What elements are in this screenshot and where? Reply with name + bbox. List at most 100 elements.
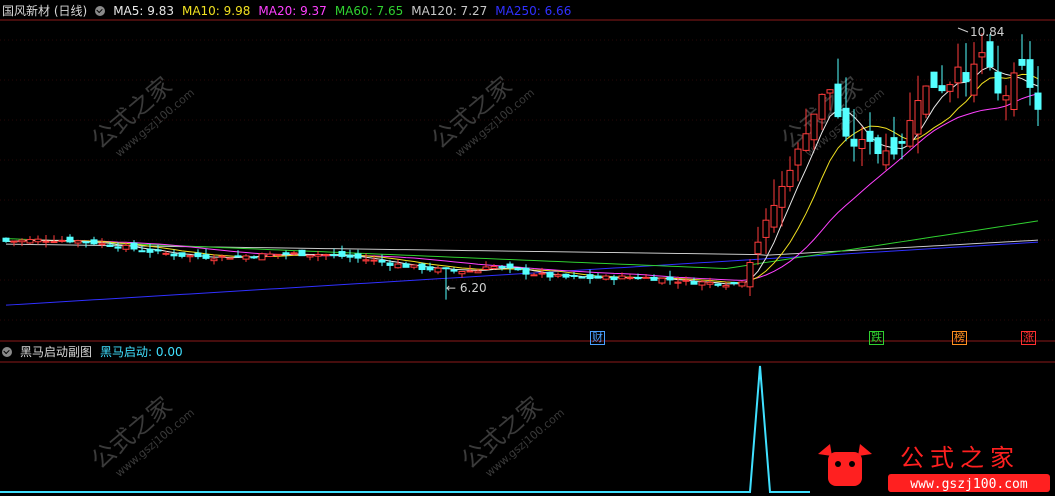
candle: [714, 283, 722, 286]
settings-toggle-icon[interactable]: [95, 6, 106, 16]
low-annotation: ← 6.20: [446, 281, 487, 295]
candle: [338, 251, 346, 257]
candle: [986, 41, 994, 68]
candle: [794, 148, 802, 166]
candle: [882, 150, 890, 166]
candle: [938, 85, 946, 92]
candle: [730, 282, 738, 285]
candle: [218, 255, 226, 258]
candle: [522, 267, 530, 275]
badge-rise[interactable]: 涨: [1021, 331, 1036, 345]
candle: [666, 276, 674, 281]
candle: [378, 259, 386, 263]
candle: [42, 240, 50, 243]
candle: [826, 89, 834, 94]
candle: [1026, 59, 1034, 88]
candle: [778, 185, 786, 208]
candle: [746, 261, 754, 288]
candle: [34, 238, 42, 243]
ma120-label: MA120: 7.27: [411, 4, 488, 18]
candle: [498, 266, 506, 269]
candle: [738, 281, 746, 287]
high-pointer: [957, 27, 969, 33]
candle: [802, 133, 810, 151]
stock-chart-window: 公式之家 www.gszj100.com 公式之家 www.gszj100.com 公式…: [0, 0, 1055, 496]
candle: [554, 274, 562, 277]
candle: [266, 253, 274, 258]
candle: [122, 244, 130, 250]
candle: [514, 267, 522, 271]
candle: [482, 266, 490, 271]
candle: [106, 244, 114, 247]
logo-url: www.gszj100.com: [910, 477, 1028, 492]
candle: [330, 254, 338, 257]
candle: [226, 257, 234, 260]
ma60-label: MA60: 7.65: [334, 4, 404, 18]
candle: [650, 276, 658, 281]
candle: [642, 276, 650, 279]
candle: [282, 252, 290, 255]
candle: [978, 52, 986, 58]
candle: [658, 277, 666, 284]
candle: [770, 204, 778, 228]
watermark: 公式之家www.gszj100.com: [456, 391, 567, 479]
candle: [890, 137, 898, 155]
candle: [626, 277, 634, 280]
watermark: 公式之家www.gszj100.com: [426, 71, 537, 159]
candle: [570, 274, 578, 277]
candle: [450, 269, 458, 272]
badge-fall[interactable]: 跌: [869, 331, 884, 345]
candle: [922, 85, 930, 115]
ma60-line: [5, 220, 1039, 270]
candle: [50, 241, 58, 244]
candle: [546, 272, 554, 278]
watermark: 公式之家www.gszj100.com: [86, 391, 197, 479]
candle: [586, 274, 594, 280]
candle: [786, 169, 794, 188]
candle: [682, 279, 690, 282]
candle: [146, 248, 154, 253]
candle: [994, 71, 1002, 94]
candle: [610, 276, 618, 281]
candle: [194, 252, 202, 258]
candle: [1002, 95, 1010, 101]
badge-list[interactable]: 榜: [952, 331, 967, 345]
candle: [466, 270, 474, 273]
candle: [66, 236, 74, 243]
candle: [2, 237, 10, 242]
candle: [274, 253, 282, 256]
candle: [346, 254, 354, 258]
sub-settings-toggle-icon[interactable]: [2, 347, 12, 357]
sub-chart-title[interactable]: 黑马启动副图: [20, 343, 92, 361]
candle: [434, 267, 442, 273]
stock-title[interactable]: 国风新材 (日线): [2, 2, 87, 20]
candle: [114, 246, 122, 249]
candle: [818, 93, 826, 120]
candle: [490, 265, 498, 269]
candle: [594, 275, 602, 279]
candle: [762, 219, 770, 238]
candle: [706, 281, 714, 285]
candle: [506, 263, 514, 269]
ma5-label: MA5: 9.83: [113, 4, 174, 18]
badge-finance[interactable]: 财: [590, 331, 605, 345]
logo-title: 公式之家: [900, 444, 1020, 472]
candle: [530, 274, 538, 277]
candle: [202, 254, 210, 259]
candle: [162, 252, 170, 255]
candle: [18, 239, 26, 243]
candle: [186, 255, 194, 258]
candle: [306, 254, 314, 258]
candle: [898, 141, 906, 144]
candle: [74, 240, 82, 244]
ma10-label: MA10: 9.98: [181, 4, 251, 18]
candle: [874, 137, 882, 155]
candle: [138, 250, 146, 253]
candle: [130, 242, 138, 250]
candle: [970, 63, 978, 96]
chart-canvas[interactable]: 公式之家www.gszj100.com 公式之家www.gszj100.com 公式…: [0, 0, 1055, 496]
ma250-label: MA250: 6.66: [495, 4, 572, 18]
candle: [362, 259, 370, 262]
ma20-label: MA20: 9.37: [258, 4, 327, 18]
site-logo: 公式之家 www.gszj100.com: [812, 440, 1055, 496]
